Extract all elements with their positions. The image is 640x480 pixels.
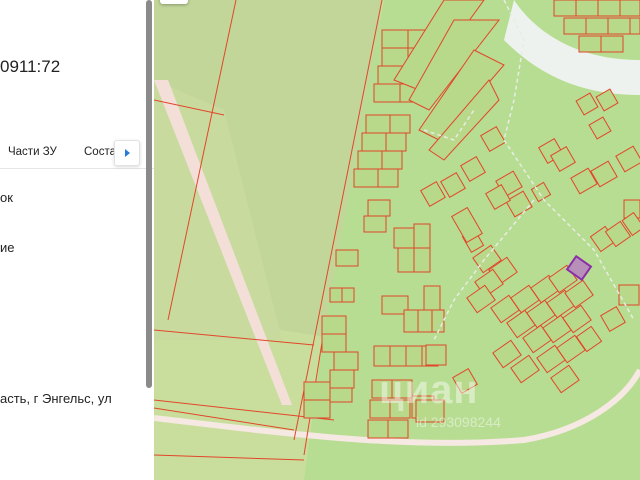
object-info-panel: 0911:72 Части ЗУ Соста ок ие асть, г Энг… xyxy=(0,0,154,480)
cadastral-map[interactable]: циан id 293098244 xyxy=(154,0,640,480)
cadastral-number: 0911:72 xyxy=(0,57,61,76)
field-category: ие xyxy=(0,240,15,255)
chevron-right-icon xyxy=(124,149,130,157)
map-control-button[interactable] xyxy=(160,0,188,4)
tabs-scroll-right-button[interactable] xyxy=(114,140,140,166)
info-tabs: Части ЗУ Соста xyxy=(0,138,154,169)
field-object-type: ок xyxy=(0,190,13,205)
watermark-id: id 293098244 xyxy=(416,414,501,430)
tab-composition[interactable]: Соста xyxy=(84,146,116,158)
panel-scrollbar[interactable] xyxy=(146,0,152,388)
watermark-logo: циан xyxy=(379,368,479,412)
field-address: асть, г Энгельс, ул xyxy=(0,391,112,406)
tab-land-parts[interactable]: Части ЗУ xyxy=(8,146,57,158)
